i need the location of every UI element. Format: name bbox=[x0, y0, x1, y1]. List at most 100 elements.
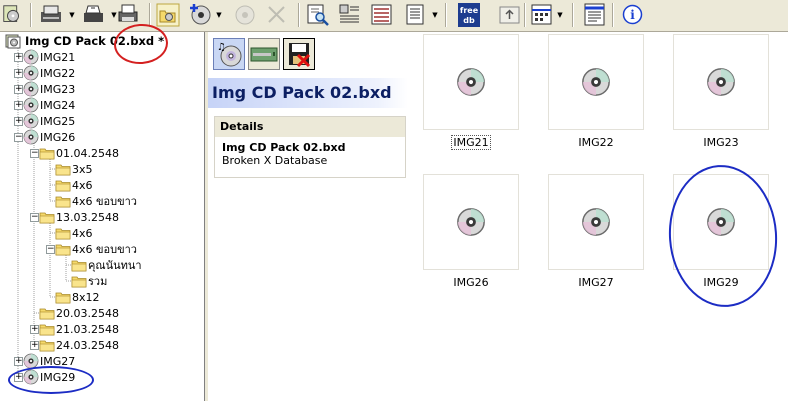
open-catalog-button[interactable] bbox=[1, 2, 25, 28]
folder-icon bbox=[55, 196, 71, 208]
disc-icon bbox=[23, 113, 39, 129]
tree-disc-node[interactable]: IMG26 bbox=[23, 129, 76, 145]
printer-button[interactable] bbox=[115, 2, 143, 28]
save-dropdown-arrow[interactable]: ▼ bbox=[67, 2, 77, 28]
print-button[interactable] bbox=[79, 2, 109, 28]
tree-disc-node[interactable]: IMG24 bbox=[23, 97, 76, 113]
expand-toggle[interactable]: + bbox=[14, 85, 23, 94]
expand-toggle[interactable]: + bbox=[14, 373, 23, 382]
details-header[interactable]: Details bbox=[215, 117, 405, 137]
folder-icon bbox=[39, 324, 55, 336]
item-thumbnail[interactable] bbox=[673, 34, 769, 130]
expand-toggle[interactable]: + bbox=[14, 357, 23, 366]
tree-folder-node[interactable]: 4x6 bbox=[55, 225, 94, 241]
item-label[interactable]: IMG29 bbox=[673, 276, 769, 289]
tree-folder-node[interactable]: 13.03.2548 bbox=[39, 209, 120, 225]
tree-node-label: 21.03.2548 bbox=[56, 322, 119, 336]
item-thumbnail[interactable] bbox=[673, 174, 769, 270]
collapse-toggle[interactable]: − bbox=[46, 245, 55, 254]
tree-disc-node[interactable]: IMG22 bbox=[23, 65, 76, 81]
folder-icon bbox=[71, 260, 87, 272]
tree-folder-node[interactable]: คุณนันทนา bbox=[71, 257, 143, 273]
music-disc-icon: ♫ bbox=[217, 42, 242, 67]
tree-disc-node[interactable]: IMG23 bbox=[23, 81, 76, 97]
collapse-toggle[interactable]: − bbox=[30, 213, 39, 222]
drive-button[interactable] bbox=[248, 38, 280, 70]
tree-folder-node[interactable]: 01.04.2548 bbox=[39, 145, 120, 161]
collapse-toggle[interactable]: − bbox=[30, 149, 39, 158]
folder-icon bbox=[55, 164, 71, 176]
views-icon bbox=[531, 4, 552, 25]
tree-folder-node[interactable]: 21.03.2548 bbox=[39, 321, 120, 337]
expand-toggle[interactable]: + bbox=[14, 69, 23, 78]
catalog-icon bbox=[3, 5, 19, 22]
info-button[interactable]: i bbox=[620, 2, 646, 28]
add-disc-dropdown-arrow[interactable]: ▼ bbox=[214, 2, 224, 28]
toolbar-separator bbox=[30, 3, 32, 27]
toolbar-separator bbox=[149, 3, 151, 27]
save-button[interactable] bbox=[37, 2, 67, 28]
disc-icon bbox=[23, 129, 39, 145]
tree-folder-node[interactable]: 20.03.2548 bbox=[39, 305, 120, 321]
item-label[interactable]: IMG22 bbox=[548, 136, 644, 149]
view-options-dropdown-arrow[interactable]: ▼ bbox=[430, 2, 440, 28]
open-folder-button[interactable] bbox=[154, 2, 182, 28]
svg-text:i: i bbox=[630, 8, 635, 22]
expand-toggle[interactable]: + bbox=[14, 53, 23, 62]
views-dropdown-arrow[interactable]: ▼ bbox=[555, 2, 565, 28]
catalog-tree[interactable]: Img CD Pack 02.bxd * IMG21 + IMG22 + IMG23… bbox=[0, 32, 205, 401]
delete-button[interactable] bbox=[264, 2, 290, 28]
tree-node-label: 4x6 ขอบขาว bbox=[72, 195, 137, 208]
tree-folder-node[interactable]: 3x5 bbox=[55, 161, 94, 177]
expand-toggle[interactable]: + bbox=[14, 117, 23, 126]
item-label-text: IMG29 bbox=[703, 276, 739, 289]
expand-toggle[interactable]: + bbox=[30, 341, 39, 350]
view-options-button[interactable] bbox=[402, 2, 430, 28]
toolbar-separator bbox=[572, 3, 574, 27]
list-icon bbox=[371, 4, 392, 25]
tree-folder-node[interactable]: รวม bbox=[71, 273, 108, 289]
item-thumbnail[interactable] bbox=[548, 174, 644, 270]
item-label[interactable]: IMG26 bbox=[423, 276, 519, 289]
item-label[interactable]: IMG23 bbox=[673, 136, 769, 149]
tree-node-label: 20.03.2548 bbox=[56, 306, 119, 320]
music-disc-button[interactable]: ♫ bbox=[213, 38, 245, 70]
expand-toggle[interactable]: + bbox=[14, 101, 23, 110]
tree-disc-node[interactable]: IMG29 bbox=[23, 369, 76, 385]
tree-node-label: IMG22 bbox=[40, 66, 76, 80]
search-button[interactable] bbox=[305, 2, 331, 28]
list-button[interactable] bbox=[369, 2, 395, 28]
up-folder-button[interactable] bbox=[497, 2, 523, 28]
add-disc-button[interactable] bbox=[188, 2, 214, 28]
tree-folder-node[interactable]: 4x6 bbox=[55, 177, 94, 193]
tree-disc-node[interactable]: IMG27 bbox=[23, 353, 76, 369]
tree-folder-node[interactable]: 4x6 ขอบขาว bbox=[55, 241, 138, 257]
folder-icon bbox=[55, 244, 71, 256]
svg-text:♫: ♫ bbox=[217, 42, 226, 53]
disc-icon bbox=[582, 208, 610, 236]
expand-toggle[interactable]: + bbox=[30, 325, 39, 334]
properties-button[interactable] bbox=[582, 2, 608, 28]
tree-folder-node[interactable]: 8x12 bbox=[55, 289, 101, 305]
tree-folder-node[interactable]: 24.03.2548 bbox=[39, 337, 120, 353]
item-thumbnail[interactable] bbox=[548, 34, 644, 130]
report-button[interactable] bbox=[337, 2, 363, 28]
collapse-toggle[interactable]: − bbox=[14, 133, 23, 142]
freedb-button[interactable]: free db bbox=[453, 2, 483, 28]
tree-disc-node[interactable]: IMG21 bbox=[23, 49, 76, 65]
disc-button[interactable] bbox=[232, 2, 258, 28]
views-button[interactable] bbox=[529, 2, 555, 28]
freedb-icon: freedb bbox=[458, 3, 480, 27]
item-thumbnail[interactable] bbox=[423, 34, 519, 130]
tree-root-node[interactable]: Img CD Pack 02.bxd * bbox=[5, 33, 165, 49]
svg-text:free: free bbox=[460, 6, 479, 15]
item-label[interactable]: IMG21 bbox=[423, 135, 519, 150]
item-thumbnail[interactable] bbox=[423, 174, 519, 270]
save-delete-button[interactable] bbox=[283, 38, 315, 70]
add-disc-icon bbox=[190, 4, 211, 25]
tree-folder-node[interactable]: 4x6 ขอบขาว bbox=[55, 193, 138, 209]
info-icon: i bbox=[622, 4, 643, 25]
item-label[interactable]: IMG27 bbox=[548, 276, 644, 289]
tree-disc-node[interactable]: IMG25 bbox=[23, 113, 76, 129]
toolbar-separator bbox=[298, 3, 300, 27]
